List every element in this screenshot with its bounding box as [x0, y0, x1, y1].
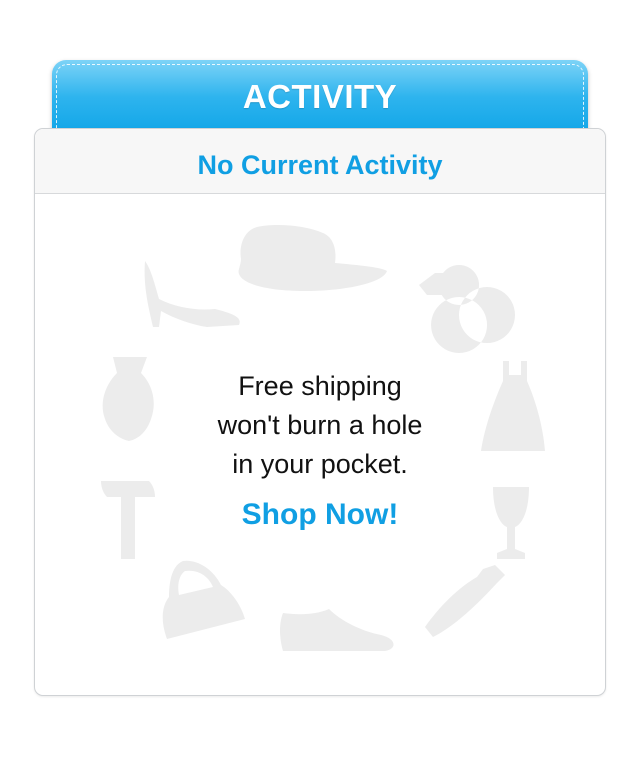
promo-line: in your pocket.: [232, 449, 408, 479]
hammer-icon: [101, 481, 155, 559]
tie-icon: [425, 565, 505, 637]
promo-line: won't burn a hole: [217, 410, 423, 440]
dress-icon: [481, 361, 545, 451]
shoe-icon: [280, 609, 394, 651]
vase-icon: [102, 357, 154, 441]
activity-panel: No Current Activity Free shipping won't …: [34, 128, 606, 696]
high-heel-icon: [144, 261, 240, 327]
tab-title: ACTIVITY: [242, 78, 398, 115]
handbag-icon: [162, 560, 245, 639]
ring-icon: [419, 265, 515, 353]
shop-now-link[interactable]: Shop Now!: [242, 498, 399, 532]
promo-line: Free shipping: [238, 371, 402, 401]
promo-block: Free shipping won't burn a hole in your …: [185, 367, 455, 532]
hat-icon: [238, 225, 387, 291]
wine-glass-icon: [493, 487, 529, 559]
